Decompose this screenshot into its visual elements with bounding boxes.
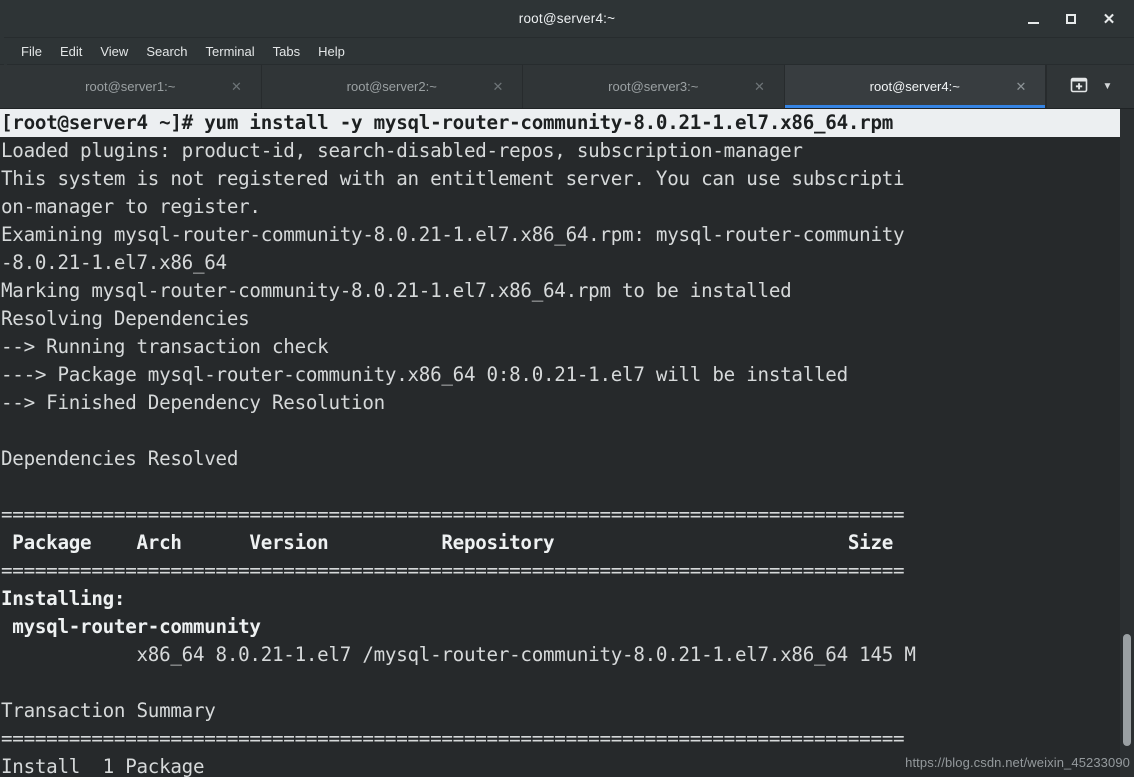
terminal-line: Loaded plugins: product-id, search-disab… <box>1 139 803 162</box>
terminal-line: Dependencies Resolved <box>1 447 239 470</box>
terminal-line: Marking mysql-router-community-8.0.21-1.… <box>1 279 792 302</box>
tab-bar-actions: ▼ <box>1046 65 1134 108</box>
terminal-line: Package Arch Version Repository Size <box>1 531 894 554</box>
menu-item-edit[interactable]: Edit <box>51 41 91 62</box>
terminal-line: --> Finished Dependency Resolution <box>1 391 385 414</box>
terminal-line: mysql-router-community <box>1 615 261 638</box>
terminal-output-area[interactable]: [root@server4 ~]# yum install -y mysql-r… <box>0 109 1134 777</box>
tab-server1[interactable]: root@server1:~ ✕ <box>0 65 262 108</box>
close-button[interactable]: ✕ <box>1092 4 1126 34</box>
terminal-lines: [root@server4 ~]# yum install -y mysql-r… <box>0 109 1134 777</box>
maximize-icon <box>1066 14 1076 24</box>
tab-label: root@server2:~ <box>346 79 437 94</box>
tab-label: root@server1:~ <box>85 79 176 94</box>
maximize-button[interactable] <box>1054 4 1088 34</box>
terminal-scrollbar[interactable] <box>1120 109 1134 777</box>
menu-item-help[interactable]: Help <box>309 41 354 62</box>
terminal-line: ---> Package mysql-router-community.x86_… <box>1 363 848 386</box>
terminal-line: Transaction Summary <box>1 699 216 722</box>
tab-close-icon[interactable]: ✕ <box>229 79 245 95</box>
tab-close-icon[interactable]: ✕ <box>752 79 768 95</box>
new-tab-icon[interactable] <box>1069 74 1089 99</box>
tab-strip: root@server1:~ ✕ root@server2:~ ✕ root@s… <box>0 65 1046 108</box>
watermark-text: https://blog.csdn.net/weixin_45233090 <box>905 755 1130 770</box>
terminal-line: Resolving Dependencies <box>1 307 250 330</box>
menu-item-tabs[interactable]: Tabs <box>264 41 309 62</box>
tab-server2[interactable]: root@server2:~ ✕ <box>261 65 523 108</box>
menu-item-search[interactable]: Search <box>137 41 196 62</box>
window-title: root@server4:~ <box>518 11 616 26</box>
tab-close-icon[interactable]: ✕ <box>1013 79 1029 95</box>
minimize-icon <box>1027 21 1039 24</box>
tab-label: root@server3:~ <box>608 79 699 94</box>
terminal-line: ========================================… <box>1 503 905 526</box>
terminal-line: --> Running transaction check <box>1 335 329 358</box>
terminal-line: Installing: <box>1 587 126 610</box>
chevron-down-icon[interactable]: ▼ <box>1103 81 1113 92</box>
tab-bar: root@server1:~ ✕ root@server2:~ ✕ root@s… <box>0 65 1134 109</box>
terminal-line: ========================================… <box>1 727 905 750</box>
terminal-line: x86_64 8.0.21-1.el7 /mysql-router-commun… <box>1 643 916 666</box>
terminal-window: root@server4:~ ✕ File Edit View Search T… <box>0 0 1134 777</box>
terminal-line: ========================================… <box>1 559 905 582</box>
tab-server4[interactable]: root@server4:~ ✕ <box>784 65 1046 108</box>
terminal-line: -8.0.21-1.el7.x86_64 <box>1 251 227 274</box>
minimize-button[interactable] <box>1016 4 1050 34</box>
menu-item-terminal[interactable]: Terminal <box>197 41 264 62</box>
terminal-line: on-manager to register. <box>1 195 261 218</box>
menu-item-view[interactable]: View <box>91 41 137 62</box>
menu-item-file[interactable]: File <box>12 41 51 62</box>
active-tab-indicator <box>784 105 1045 108</box>
menu-bar-edge <box>4 37 7 65</box>
tab-close-icon[interactable]: ✕ <box>490 79 506 95</box>
tab-server3[interactable]: root@server3:~ ✕ <box>523 65 785 108</box>
terminal-line: This system is not registered with an en… <box>1 167 905 190</box>
scrollbar-thumb[interactable] <box>1123 634 1131 746</box>
menu-bar: File Edit View Search Terminal Tabs Help <box>0 37 1134 65</box>
terminal-line: [root@server4 ~]# yum install -y mysql-r… <box>0 109 1134 137</box>
window-controls: ✕ <box>1016 0 1126 38</box>
tab-label: root@server4:~ <box>869 79 960 94</box>
terminal-line: Examining mysql-router-community-8.0.21-… <box>1 223 905 246</box>
title-bar: root@server4:~ ✕ <box>0 0 1134 38</box>
